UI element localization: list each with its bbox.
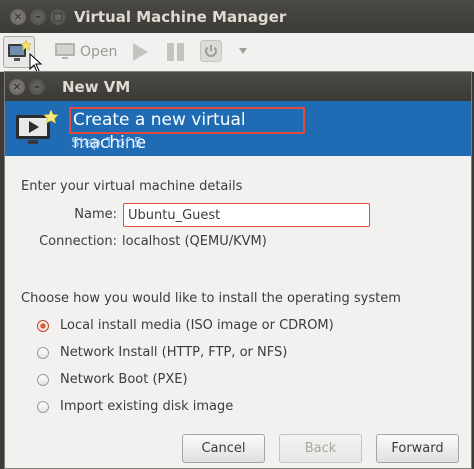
vmm-toolbar: Open bbox=[0, 33, 474, 72]
wizard-header: Create a new virtual machine Step 1 of 5 bbox=[5, 101, 471, 156]
radio-icon[interactable] bbox=[37, 401, 49, 413]
name-label: Name: bbox=[74, 207, 117, 222]
radio-selected-icon[interactable] bbox=[37, 320, 49, 332]
close-icon[interactable]: × bbox=[10, 9, 26, 25]
vm-name-input[interactable] bbox=[123, 203, 370, 227]
install-option-label: Local install media (ISO image or CDROM) bbox=[60, 318, 334, 333]
mouse-pointer-icon bbox=[29, 53, 43, 73]
chevron-down-icon[interactable] bbox=[238, 47, 248, 55]
connection-value: localhost (QEMU/KVM) bbox=[122, 234, 267, 249]
forward-button[interactable]: Forward bbox=[376, 434, 459, 463]
wizard-title: Create a new virtual machine bbox=[69, 107, 305, 153]
radio-icon[interactable] bbox=[37, 347, 49, 359]
minimize-icon[interactable]: – bbox=[30, 9, 46, 25]
new-vm-dialog: × – New VM Create a new virtual machine … bbox=[4, 71, 472, 469]
open-label: Open bbox=[80, 44, 118, 60]
dialog-titlebar: × – New VM bbox=[5, 72, 471, 101]
install-option-label: Network Install (HTTP, FTP, or NFS) bbox=[60, 345, 288, 360]
cancel-button[interactable]: Cancel bbox=[182, 434, 265, 463]
dialog-minimize-icon[interactable]: – bbox=[29, 79, 45, 95]
install-option-label: Network Boot (PXE) bbox=[60, 372, 188, 387]
power-icon[interactable] bbox=[200, 40, 222, 62]
monitor-icon bbox=[55, 43, 75, 59]
radio-icon[interactable] bbox=[37, 374, 49, 386]
back-button[interactable]: Back bbox=[279, 434, 362, 463]
wizard-step: Step 1 of 5 bbox=[71, 136, 143, 151]
play-icon[interactable] bbox=[130, 42, 150, 62]
maximize-icon[interactable]: □ bbox=[50, 9, 66, 25]
install-option-label: Import existing disk image bbox=[60, 399, 234, 414]
install-heading: Choose how you would like to install the… bbox=[21, 291, 401, 306]
connection-label: Connection: bbox=[39, 234, 117, 249]
vmm-titlebar: × – □ Virtual Machine Manager bbox=[0, 0, 474, 33]
pause-icon[interactable] bbox=[165, 42, 187, 62]
window-title: Virtual Machine Manager bbox=[74, 8, 287, 26]
dialog-title: New VM bbox=[62, 78, 131, 96]
dialog-close-icon[interactable]: × bbox=[9, 79, 25, 95]
details-heading: Enter your virtual machine details bbox=[21, 179, 243, 194]
new-vm-icon bbox=[16, 110, 59, 144]
